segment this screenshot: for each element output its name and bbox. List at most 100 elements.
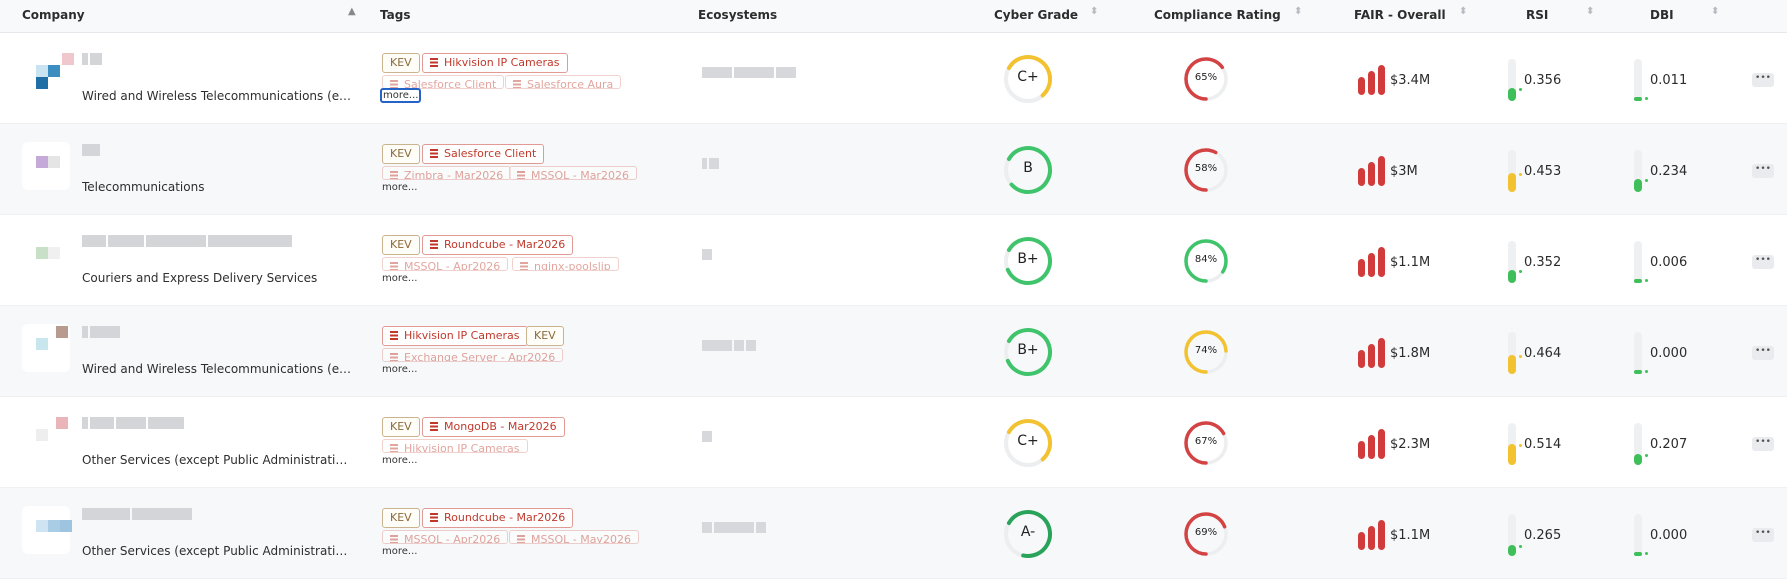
column-header-compliance[interactable]: Compliance Rating [1154, 8, 1281, 22]
table-row[interactable]: Other Services (except Public Administra… [0, 488, 1787, 579]
compliance-rating: 67% [1194, 436, 1218, 447]
cyber-grade-gauge: C+ [1002, 417, 1054, 469]
fair-bars-icon [1358, 156, 1385, 186]
tag[interactable]: KEV [382, 417, 420, 437]
table-row[interactable]: Telecommunications KEV Salesforce Client Zi… [0, 124, 1787, 215]
more-tags-link[interactable]: more... [380, 272, 419, 285]
rsi-marker [1519, 270, 1522, 273]
column-header-cyber-grade[interactable]: Cyber Grade [994, 8, 1078, 22]
sort-icon[interactable]: ⬍ [1294, 6, 1302, 17]
tag[interactable]: Roundcube - Mar2026 [422, 508, 574, 528]
industry-label: Other Services (except Public Administra… [82, 453, 352, 467]
company-name-redacted[interactable] [82, 417, 184, 429]
tag-list-icon [517, 171, 525, 179]
tag[interactable]: Exchange Server - Apr2026 [382, 348, 564, 362]
tag[interactable]: KEV [382, 53, 420, 73]
tag[interactable]: KEV [526, 326, 564, 346]
tag[interactable]: nginx-poolslip [512, 257, 619, 271]
tag[interactable]: KEV [382, 235, 420, 255]
tag[interactable]: Hikvision IP Cameras [382, 439, 528, 453]
rsi-value: 0.464 [1524, 346, 1562, 361]
more-tags-link[interactable]: more... [380, 88, 422, 103]
ecosystems-redacted [702, 158, 719, 169]
table-row[interactable]: Couriers and Express Delivery Services KE… [0, 215, 1787, 306]
tag[interactable]: MSSQL - Apr2026 [382, 530, 509, 544]
cyber-grade: A- [1020, 524, 1036, 540]
sort-icon[interactable]: ⬍ [1090, 6, 1098, 17]
tag[interactable]: Salesforce Client [382, 75, 505, 89]
company-name-redacted[interactable] [82, 144, 100, 156]
compliance-gauge: 58% [1180, 144, 1232, 196]
dbi-meter [1634, 423, 1642, 465]
fair-overall: $1.8M [1390, 346, 1431, 361]
table-row[interactable]: Other Services (except Public Administra… [0, 397, 1787, 488]
compliance-rating: 65% [1194, 72, 1218, 83]
column-header-fair[interactable]: FAIR - Overall [1354, 8, 1446, 22]
dbi-value: 0.000 [1650, 346, 1688, 361]
column-header-ecosystems[interactable]: Ecosystems [698, 8, 777, 22]
tag[interactable]: Zimbra - Mar2026 [382, 166, 512, 180]
fair-overall: $2.3M [1390, 437, 1431, 452]
dbi-meter [1634, 59, 1642, 101]
cyber-grade: C+ [1017, 433, 1039, 449]
tag-list-icon [513, 80, 521, 88]
tag[interactable]: MongoDB - Mar2026 [422, 417, 565, 437]
tag[interactable]: MSSQL - Mar2026 [509, 166, 637, 180]
row-actions-button[interactable]: ••• [1752, 346, 1774, 360]
sort-icon[interactable]: ⬍ [1586, 6, 1594, 17]
row-actions-button[interactable]: ••• [1752, 528, 1774, 542]
tag[interactable]: MSSQL - May2026 [509, 530, 639, 544]
sort-icon[interactable]: ⬍ [1459, 6, 1467, 17]
fair-bars-icon [1358, 65, 1385, 95]
row-actions-button[interactable]: ••• [1752, 255, 1774, 269]
fair-bars-icon [1358, 338, 1385, 368]
more-tags-link[interactable]: more... [380, 363, 419, 376]
tag[interactable]: Salesforce Aura [505, 75, 622, 89]
more-tags-link[interactable]: more... [380, 545, 419, 558]
tag-list-icon [390, 353, 398, 361]
tag[interactable]: KEV [382, 144, 420, 164]
compliance-rating: 58% [1194, 163, 1218, 174]
table-header: Company ▲ Tags Ecosystems Cyber Grade ⬍ … [0, 0, 1787, 33]
dbi-marker [1645, 279, 1648, 282]
tag[interactable]: MSSQL - Apr2026 [382, 257, 509, 271]
tag[interactable]: Hikvision IP Cameras [382, 326, 528, 346]
column-header-dbi[interactable]: DBI [1650, 8, 1674, 22]
sort-icon[interactable]: ⬍ [1711, 6, 1719, 17]
rsi-marker [1519, 545, 1522, 548]
company-name-redacted[interactable] [82, 235, 292, 247]
rsi-marker [1519, 88, 1522, 91]
column-header-company[interactable]: Company [22, 8, 85, 22]
table-row[interactable]: Wired and Wireless Telecommunications (e… [0, 33, 1787, 124]
sort-asc-icon[interactable]: ▲ [348, 6, 356, 17]
compliance-gauge: 84% [1180, 235, 1232, 287]
row-actions-button[interactable]: ••• [1752, 437, 1774, 451]
tag[interactable]: KEV [382, 508, 420, 528]
rsi-meter [1508, 423, 1516, 465]
table-row[interactable]: Wired and Wireless Telecommunications (e… [0, 306, 1787, 397]
tag[interactable]: Hikvision IP Cameras [422, 53, 568, 73]
column-header-tags[interactable]: Tags [380, 8, 410, 22]
rsi-marker [1519, 173, 1522, 176]
more-tags-link[interactable]: more... [380, 454, 419, 467]
fair-overall: $1.1M [1390, 528, 1431, 543]
dbi-marker [1645, 97, 1648, 100]
cyber-grade-gauge: C+ [1002, 53, 1054, 105]
more-tags-link[interactable]: more... [380, 181, 419, 194]
company-name-redacted[interactable] [82, 326, 120, 338]
dbi-marker [1645, 179, 1648, 182]
cyber-grade: B+ [1017, 342, 1039, 358]
row-actions-button[interactable]: ••• [1752, 164, 1774, 178]
tag[interactable]: Roundcube - Mar2026 [422, 235, 574, 255]
tag-list-icon [430, 58, 438, 67]
company-logo [22, 415, 70, 463]
tag-list-icon [390, 171, 398, 179]
tag[interactable]: Salesforce Client [422, 144, 545, 164]
company-name-redacted[interactable] [82, 508, 192, 520]
company-name-redacted[interactable] [82, 53, 102, 65]
column-header-rsi[interactable]: RSI [1526, 8, 1548, 22]
dbi-meter [1634, 150, 1642, 192]
row-actions-button[interactable]: ••• [1752, 73, 1774, 87]
dbi-value: 0.234 [1650, 164, 1688, 179]
rsi-value: 0.514 [1524, 437, 1562, 452]
